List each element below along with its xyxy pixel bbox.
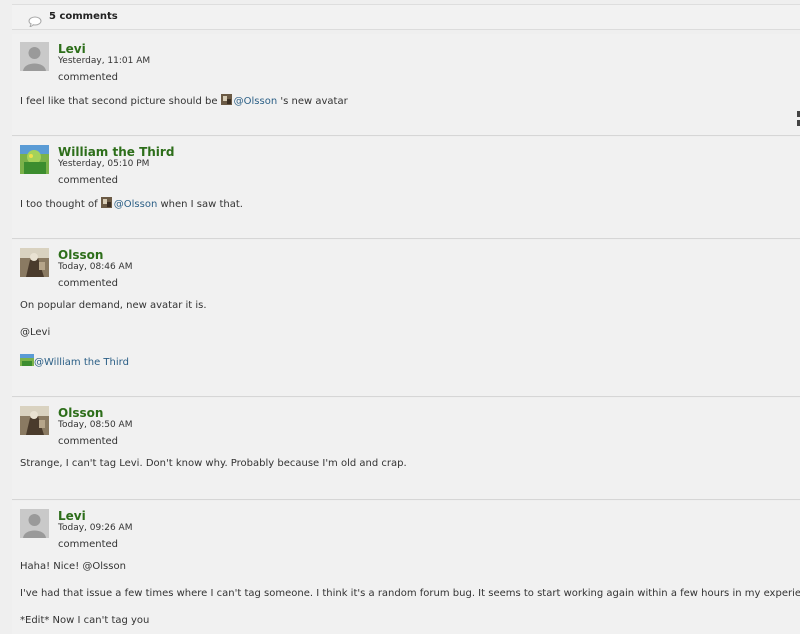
comment-text: I too thought of xyxy=(20,199,101,210)
comment-text: 's new avatar xyxy=(277,96,348,107)
mention-link[interactable]: @Olsson xyxy=(234,96,278,107)
comment-body: I too thought of @Olsson when I saw that… xyxy=(20,197,243,210)
comment-item: Olsson Today, 08:50 AM commented Strange… xyxy=(12,398,800,500)
avatar-olsson[interactable] xyxy=(20,406,49,435)
comment-text: when I saw that. xyxy=(157,199,243,210)
avatar-olsson[interactable] xyxy=(20,248,49,277)
comment-timestamp: Yesterday, 11:01 AM xyxy=(58,56,151,66)
comments-header: 5 comments xyxy=(12,4,800,30)
comment-count: 5 comments xyxy=(49,11,118,22)
comment-body: @William the Third xyxy=(20,354,129,368)
comment-action: commented xyxy=(58,278,119,289)
comment-item: Olsson Today, 08:46 AM commented On popu… xyxy=(12,240,800,397)
comment-author[interactable]: Olsson xyxy=(58,248,103,262)
comment-action: commented xyxy=(58,436,119,447)
comment-author[interactable]: Levi xyxy=(58,42,86,56)
mention-link[interactable]: @Olsson xyxy=(114,199,158,210)
avatar-william-the-third[interactable] xyxy=(20,145,49,174)
comment-text: Haha! Nice! @Olsson xyxy=(20,561,126,572)
comment-body: I feel like that second picture should b… xyxy=(20,94,348,107)
comment-text: I feel like that second picture should b… xyxy=(20,96,221,107)
comment-author[interactable]: William the Third xyxy=(58,145,174,159)
comment-author[interactable]: Levi xyxy=(58,509,86,523)
comment-timestamp: Today, 09:26 AM xyxy=(58,523,133,533)
comment-text: @Levi xyxy=(20,327,51,338)
comment-author[interactable]: Olsson xyxy=(58,406,103,420)
mini-avatar-olsson xyxy=(220,94,232,105)
comment-action: commented xyxy=(58,72,119,83)
comment-bubble-icon xyxy=(28,12,42,31)
avatar-default[interactable] xyxy=(20,509,49,538)
mini-avatar-olsson xyxy=(100,197,112,208)
comment-text: Strange, I can't tag Levi. Don't know wh… xyxy=(20,458,407,469)
mention-link[interactable]: @William the Third xyxy=(34,357,129,368)
comment-action: commented xyxy=(58,539,119,550)
mini-avatar-william-the-third xyxy=(20,354,34,366)
comment-item: William the Third Yesterday, 05:10 PM co… xyxy=(12,137,800,239)
comments-panel: 5 comments Levi Yesterday, 11:01 AM comm… xyxy=(0,0,800,634)
comment-text: *Edit* Now I can't tag you xyxy=(20,615,150,626)
comment-action: commented xyxy=(58,175,119,186)
avatar-default[interactable] xyxy=(20,42,49,71)
comment-timestamp: Today, 08:50 AM xyxy=(58,420,133,430)
comment-item: Levi Yesterday, 11:01 AM commented I fee… xyxy=(12,34,800,136)
comment-item: Levi Today, 09:26 AM commented Haha! Nic… xyxy=(12,501,800,634)
comment-timestamp: Yesterday, 05:10 PM xyxy=(58,159,150,169)
comment-text: I've had that issue a few times where I … xyxy=(20,588,800,599)
comment-text: On popular demand, new avatar it is. xyxy=(20,300,207,311)
comment-timestamp: Today, 08:46 AM xyxy=(58,262,133,272)
